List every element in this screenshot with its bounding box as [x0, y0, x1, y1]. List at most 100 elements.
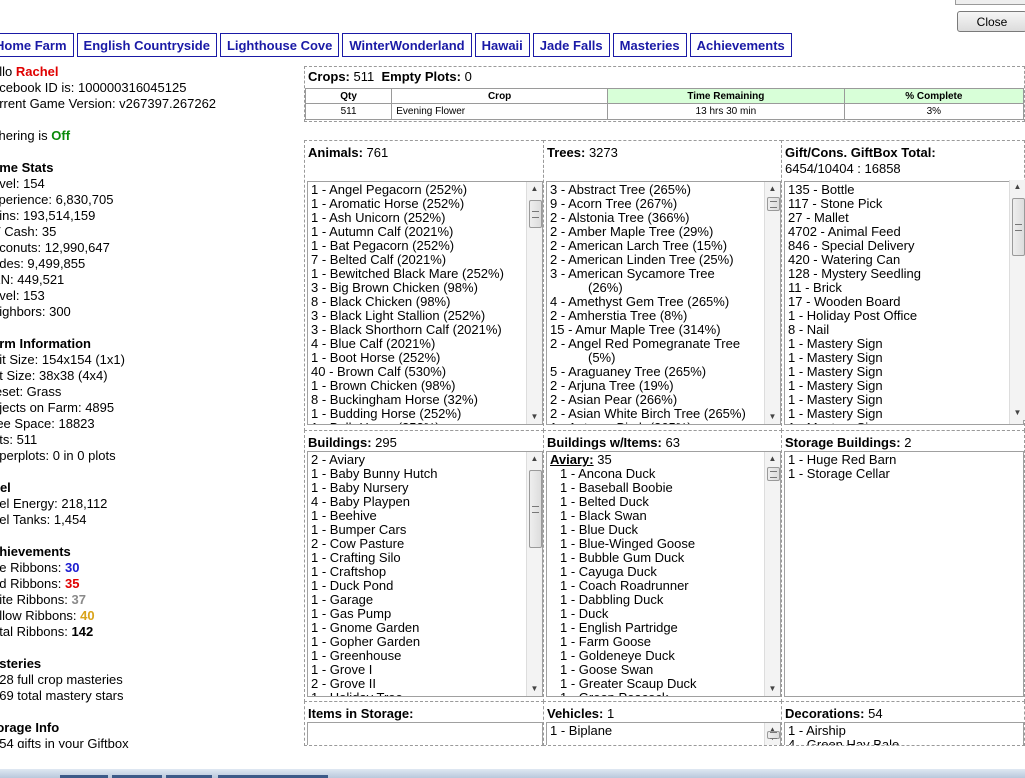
buildings-with-items-scrollbar[interactable]: ▲ ▼ — [764, 452, 780, 696]
buildings-with-items-panel: Buildings w/Items: 63 Aviary: 35 1 - Ancon… — [543, 430, 782, 702]
list-item: 7 - Belted Calf (2021%) — [311, 252, 447, 267]
scroll-up-icon[interactable]: ▲ — [765, 452, 780, 466]
gifts-count: 6454/10404 : 16858 — [785, 161, 901, 176]
list-item: 3 - Black Light Stallion (252%) — [311, 308, 486, 323]
game-stats-list: evel: 154xperience: 6,830,705oins: 193,5… — [0, 176, 292, 320]
storage-buildings-list[interactable]: 1 - Huge Red Barn 1 - Storage Cellar — [784, 451, 1024, 697]
game-stat: evel: 154 — [0, 176, 45, 191]
scroll-thumb[interactable] — [529, 470, 542, 548]
buildings-panel: Buildings: 295 2 - Aviary 1 - Baby Bunny H… — [304, 430, 544, 702]
scroll-thumb[interactable] — [1012, 198, 1025, 256]
list-item: 4 - Amethyst Gem Tree (265%) — [550, 294, 730, 309]
decorations-panel: Decorations: 54 1 - Airship 4 - Green Hay … — [781, 701, 1025, 746]
farm-info-item: ot Size: 38x38 (4x4) — [0, 368, 108, 383]
scroll-down-icon[interactable]: ▼ — [1010, 406, 1025, 420]
gifts-outer-scrollbar[interactable]: ▲ ▼ — [1009, 180, 1025, 420]
list-item: 1 - Mastery Sign — [788, 406, 883, 421]
tab-achievements[interactable]: Achievements — [689, 33, 792, 57]
tab-jade-falls[interactable]: Jade Falls — [532, 33, 610, 57]
tab-home-farm[interactable]: Home Farm — [0, 33, 74, 57]
ribbons-list: ue Ribbons: 30ed Ribbons: 35hite Ribbons… — [0, 560, 292, 640]
vehicles-scrollbar[interactable]: ▲▼ — [764, 723, 780, 745]
list-item: 128 - Mystery Seedling — [788, 266, 921, 281]
animals-list[interactable]: 1 - Angel Pegacorn (252%) 1 - Aromatic Ho… — [307, 181, 543, 425]
list-item: 420 - Watering Can — [788, 252, 901, 267]
list-item: 1 - Mastery Sign — [788, 392, 883, 407]
list-item: 1 - Coach Roadrunner — [560, 578, 689, 593]
gifts-title: Gift/Cons. GiftBox Total: 6454/10404 : 1… — [785, 145, 1021, 177]
scroll-up-icon[interactable]: ▲ — [527, 182, 542, 196]
crop-percent: 3% — [843, 103, 1025, 120]
list-item: 3 - Black Shorthorn Calf (2021%) — [311, 322, 502, 337]
close-button[interactable]: Close — [957, 11, 1025, 32]
scroll-thumb[interactable] — [529, 200, 542, 228]
decorations-items: 1 - Airship 4 - Green Hay Bale — [788, 724, 1007, 746]
list-item: 1 - Aromatic Horse (252%) — [311, 196, 465, 211]
buildings-with-items-label: Buildings w/Items: — [547, 435, 662, 450]
trees-scrollbar[interactable]: ▲ ▼ — [764, 182, 780, 424]
tab-winterwonderland[interactable]: WinterWonderland — [342, 33, 472, 57]
ribbon-count: ellow Ribbons: 40 — [0, 608, 292, 624]
animals-scrollbar[interactable]: ▲ ▼ — [526, 182, 542, 424]
table-row: 511 Evening Flower 13 hrs 30 min 3% — [304, 103, 1025, 120]
tab-masteries[interactable]: Masteries — [612, 33, 687, 57]
trees-count: 3273 — [588, 145, 618, 160]
trees-list[interactable]: 3 - Abstract Tree (265%) 9 - Acorn Tree (… — [546, 181, 781, 425]
list-item: 2 - Asian Pear (266%) — [550, 392, 678, 407]
buildings-list[interactable]: 2 - Aviary 1 - Baby Bunny Hutch 1 - Baby N… — [307, 451, 543, 697]
crops-col-percent: % Complete — [843, 88, 1025, 104]
buildings-with-items-list[interactable]: Aviary: 35 1 - Ancona Duck 1 - Baseball Bo… — [546, 451, 781, 697]
scroll-thumb[interactable] — [767, 197, 780, 211]
list-item: 4 - Baby Playpen — [311, 494, 411, 509]
game-stat: evel: 153 — [0, 288, 45, 303]
list-item: 15 - Amur Maple Tree (314%) — [550, 322, 721, 337]
storage-buildings-label: Storage Buildings: — [785, 435, 901, 450]
mastery-item: 428 full crop masteries — [0, 672, 123, 687]
gifts-list[interactable]: 135 - Bottle 117 - Stone Pick 27 - Mallet 4… — [784, 181, 1024, 425]
buildings-scrollbar[interactable]: ▲ ▼ — [526, 452, 542, 696]
ribbon-value: 37 — [71, 592, 86, 607]
scroll-up-icon[interactable]: ▲ — [1010, 180, 1025, 194]
scroll-thumb[interactable] — [767, 467, 780, 481]
list-item: 1 - Belted Duck — [560, 494, 649, 509]
list-item: 3 - Big Brown Chicken (98%) — [311, 280, 478, 295]
list-item: 1 - Baseball Boobie — [560, 480, 673, 495]
list-item: 1 - Bubble Gum Duck — [560, 550, 685, 565]
list-item: 1 - Budding Horse (252%) — [311, 406, 462, 421]
scroll-down-icon[interactable]: ▼ — [527, 682, 542, 696]
list-item: 40 - Brown Calf (530%) — [311, 364, 447, 379]
scroll-down-icon[interactable]: ▼ — [765, 410, 780, 424]
list-item: 2 - Arjuna Tree (19%) — [550, 378, 674, 393]
game-stat: eighbors: 300 — [0, 304, 71, 319]
list-item: 1 - Bat Pegacorn (252%) — [311, 238, 455, 253]
scroll-up-icon[interactable]: ▲ — [765, 182, 780, 196]
storage-buildings-count: 2 — [904, 435, 912, 450]
list-item: 2 - American Linden Tree (25%) — [550, 252, 734, 267]
list-item: 1 - Mastery Sign — [788, 378, 883, 393]
game-stat: oins: 193,514,159 — [0, 208, 96, 223]
decorations-list[interactable]: 1 - Airship 4 - Green Hay Bale — [784, 722, 1024, 746]
tab-english-countryside[interactable]: English Countryside — [76, 33, 217, 57]
list-item: 1 - Mastery Sign — [788, 421, 1007, 425]
list-item: 1 - Garage — [311, 592, 374, 607]
storage-info-item: 154 gifts in your Giftbox — [0, 736, 129, 748]
scroll-thumb[interactable] — [767, 731, 780, 739]
scroll-down-icon[interactable]: ▼ — [527, 410, 542, 424]
tab-lighthouse-cove[interactable]: Lighthouse Cove — [219, 33, 340, 57]
items-in-storage-list[interactable] — [307, 722, 543, 745]
tab-hawaii[interactable]: Hawaii — [474, 33, 530, 57]
ribbon-label: ed Ribbons: — [0, 576, 62, 591]
vehicles-list[interactable]: 1 - Biplane ▲▼ — [546, 722, 781, 745]
list-item: 5 - Araguaney Tree (265%) — [550, 364, 707, 379]
list-item: 1 - Autumn Birch (265%) — [550, 421, 764, 425]
scroll-down-icon[interactable]: ▼ — [765, 682, 780, 696]
scroll-up-icon[interactable]: ▲ — [527, 452, 542, 466]
buildings-with-items-group-count: 35 — [597, 452, 612, 467]
gifts-label: Gift/Cons. GiftBox Total: — [785, 145, 936, 160]
achievements-title: chievements — [0, 544, 71, 559]
animals-items: 1 - Angel Pegacorn (252%) 1 - Aromatic Ho… — [311, 183, 526, 425]
left-info-panel: ello Rachel acebook ID is: 1000003160451… — [0, 64, 292, 748]
